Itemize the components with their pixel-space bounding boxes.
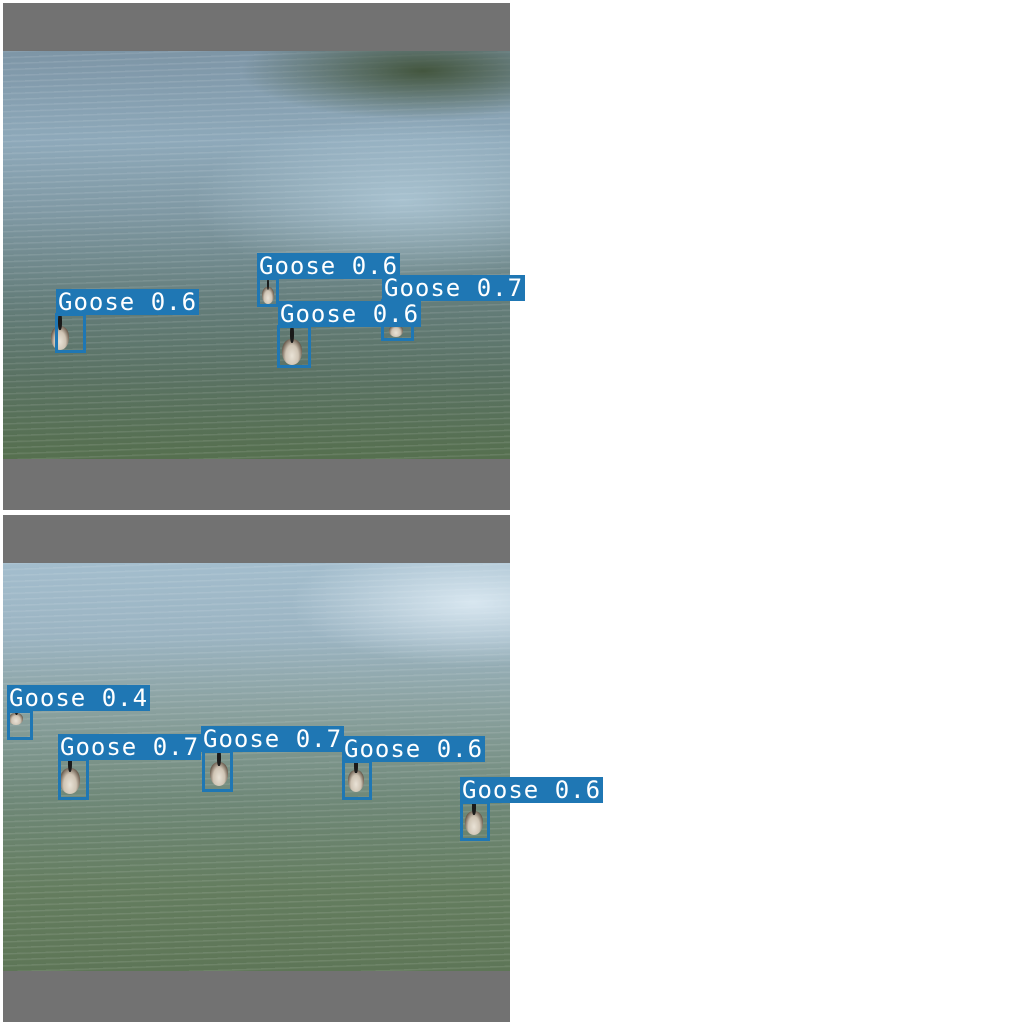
detection-box: [342, 760, 372, 800]
detection-box: [460, 801, 490, 841]
detection-label: Goose 0.7: [58, 733, 202, 761]
detection-box: [58, 758, 89, 800]
image-tile-top: Goose 0.6 Goose 0.6 Goose 0.7 Goose 0.6: [3, 3, 526, 510]
detection-label: Goose 0.4: [7, 684, 151, 712]
detection-box: [7, 710, 33, 740]
image-tile-bottom: Goose 0.4 Goose 0.7 Goose 0.6 Goose 0.7 …: [3, 515, 604, 1022]
detection-label: Goose 0.7: [382, 274, 526, 302]
detection-label: Goose 0.6: [460, 776, 604, 804]
detection-box: [55, 313, 86, 353]
detection-label: Goose 0.6: [56, 288, 200, 316]
detection-box: [257, 277, 279, 307]
detection-box: [277, 325, 311, 368]
detection-box: [202, 750, 233, 792]
detection-label: Goose 0.6: [278, 300, 422, 328]
detection-label: Goose 0.6: [342, 735, 486, 763]
detection-label: Goose 0.7: [201, 725, 345, 753]
detection-label: Goose 0.6: [257, 252, 401, 280]
